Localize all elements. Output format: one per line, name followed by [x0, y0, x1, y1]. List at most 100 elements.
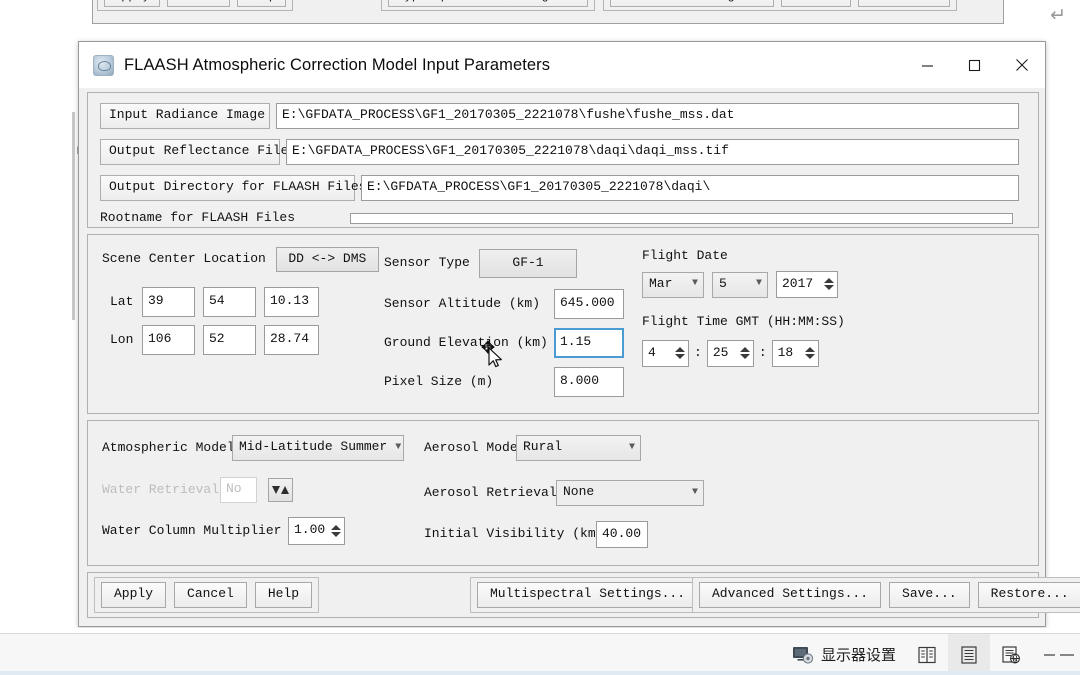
- rootname-field[interactable]: [350, 212, 1013, 224]
- lat-degrees-field[interactable]: 39: [142, 287, 195, 317]
- return-arrow-icon: ↵: [1050, 4, 1066, 26]
- cancel-button[interactable]: Cancel: [174, 582, 247, 608]
- taskbar-document-item[interactable]: [948, 634, 990, 675]
- output-reflectance-row: Output Reflectance File E:\GFDATA_PROCES…: [100, 139, 1019, 165]
- flight-hour-spinner[interactable]: 4: [642, 340, 689, 367]
- model-parameters-panel: Atmospheric Model Mid-Latitude Summer ▼ …: [87, 420, 1039, 566]
- flight-year-spinner[interactable]: 2017: [776, 271, 838, 298]
- water-column-multiplier-spinner[interactable]: 1.00: [288, 517, 345, 545]
- background-window-left-edge: [72, 112, 75, 320]
- background-hyperspectral-settings-button[interactable]: Hyperspectral Settings...: [387, 0, 588, 7]
- apply-button[interactable]: Apply: [101, 582, 167, 608]
- maximize-button[interactable]: [951, 42, 998, 88]
- taskbar-dash-item[interactable]: [1032, 634, 1080, 675]
- lat-seconds-field[interactable]: 10.13: [264, 287, 319, 317]
- ground-elevation-field[interactable]: 1.15: [554, 328, 624, 358]
- background-window-button-bar: Apply Cancel Help Hyperspectral Settings…: [97, 0, 999, 18]
- background-apply-button[interactable]: Apply: [104, 0, 161, 7]
- atmospheric-model-select[interactable]: Mid-Latitude Summer ▼: [232, 435, 404, 461]
- aerosol-model-select[interactable]: Rural ▼: [516, 435, 641, 461]
- background-cancel-button[interactable]: Cancel: [167, 0, 231, 7]
- lat-minutes-field[interactable]: 54: [203, 287, 256, 317]
- spinner-arrows-icon[interactable]: [331, 524, 341, 537]
- spinner-arrows-icon[interactable]: [804, 347, 815, 359]
- initial-visibility-field[interactable]: 40.00: [596, 521, 648, 548]
- background-advanced-settings-button[interactable]: Advanced Settings...: [609, 0, 774, 7]
- document-icon: [958, 645, 980, 665]
- primary-button-group: Apply Cancel Help: [94, 577, 320, 613]
- book-icon: [916, 645, 938, 665]
- scene-center-row: Scene Center Location DD <-> DMS: [102, 247, 379, 272]
- sensor-altitude-field[interactable]: 645.000: [554, 289, 624, 319]
- close-button[interactable]: [998, 42, 1045, 88]
- output-reflectance-label-button[interactable]: Output Reflectance File: [100, 139, 288, 165]
- aerosol-retrieval-select[interactable]: None ▼: [556, 480, 704, 506]
- output-reflectance-field[interactable]: E:\GFDATA_PROCESS\GF1_20170305_2221078\d…: [286, 139, 1019, 165]
- chevron-down-icon: ▼: [755, 278, 762, 289]
- longitude-row: Lon 106 52 28.74: [110, 325, 319, 355]
- latitude-row: Lat 39 54 10.13: [110, 287, 319, 317]
- flight-second-spinner[interactable]: 18: [771, 340, 819, 367]
- flight-month-value: Mar: [649, 275, 673, 291]
- minimize-button[interactable]: [904, 42, 951, 88]
- flight-day-select[interactable]: 5 ▼: [712, 271, 768, 298]
- sensor-type-row: Sensor Type GF-1: [384, 249, 577, 278]
- lon-degrees-field[interactable]: 106: [142, 325, 195, 355]
- spinner-arrows-icon[interactable]: [824, 278, 834, 290]
- dd-dms-toggle-button[interactable]: DD <-> DMS: [275, 247, 379, 272]
- background-save-button[interactable]: Save...: [780, 0, 851, 7]
- time-separator-1: :: [694, 345, 702, 361]
- taskbar-display-settings-label: 显示器设置: [820, 646, 896, 664]
- spinner-arrows-icon[interactable]: [739, 347, 750, 359]
- background-help-button[interactable]: Help: [237, 0, 287, 7]
- taskbar: 显示器设置: [0, 633, 1080, 675]
- taskbar-book-item[interactable]: [906, 634, 948, 675]
- advanced-settings-button[interactable]: Advanced Settings...: [699, 582, 882, 608]
- input-radiance-row: Input Radiance Image E:\GFDATA_PROCESS\G…: [100, 103, 1019, 129]
- output-directory-label-button[interactable]: Output Directory for FLAASH Files: [100, 175, 366, 201]
- pixel-size-label: Pixel Size (m): [384, 373, 494, 389]
- scene-center-location-label: Scene Center Location: [102, 251, 266, 267]
- save-button[interactable]: Save...: [889, 582, 970, 608]
- taskbar-display-settings[interactable]: 显示器设置: [782, 634, 906, 675]
- window-controls: [904, 42, 1045, 88]
- flight-hour-value: 4: [648, 344, 656, 360]
- restore-button[interactable]: Restore...: [977, 582, 1080, 608]
- water-retrieval-updown-toggle[interactable]: [268, 478, 293, 502]
- document-globe-icon: [1000, 645, 1022, 665]
- ground-elevation-row: Ground Elevation (km) 1.15: [384, 328, 624, 358]
- spinner-arrows-icon[interactable]: [675, 347, 685, 359]
- pixel-size-row: Pixel Size (m) 8.000: [384, 367, 624, 397]
- aerosol-model-row: Aerosol Model Rural ▼: [424, 435, 641, 461]
- scene-parameters-panel: Scene Center Location DD <-> DMS Lat 39 …: [87, 234, 1039, 414]
- arrow-down-icon: [272, 486, 280, 494]
- lon-minutes-field[interactable]: 52: [203, 325, 256, 355]
- arrow-up-icon: [281, 486, 289, 494]
- input-radiance-field[interactable]: E:\GFDATA_PROCESS\GF1_20170305_2221078\f…: [276, 103, 1019, 129]
- ground-elevation-label: Ground Elevation (km): [384, 334, 548, 350]
- taskbar-document-globe-item[interactable]: [990, 634, 1032, 675]
- help-button[interactable]: Help: [254, 582, 313, 608]
- flight-month-select[interactable]: Mar ▼: [642, 271, 704, 298]
- flaash-app-icon: [93, 54, 114, 76]
- input-radiance-label-button[interactable]: Input Radiance Image: [100, 103, 270, 129]
- background-restore-button[interactable]: Restore...: [857, 0, 950, 7]
- lon-seconds-field[interactable]: 28.74: [264, 325, 319, 355]
- flight-minute-spinner[interactable]: 25: [706, 340, 754, 367]
- sensor-type-button[interactable]: GF-1: [479, 249, 577, 278]
- aerosol-retrieval-value: None: [563, 484, 595, 500]
- flight-second-value: 18: [777, 344, 794, 360]
- rootname-row: Rootname for FLAASH Files: [100, 210, 1013, 226]
- multispectral-settings-button[interactable]: Multispectral Settings...: [477, 582, 699, 608]
- output-directory-field[interactable]: E:\GFDATA_PROCESS\GF1_20170305_2221078\d…: [361, 175, 1019, 201]
- pixel-size-field[interactable]: 8.000: [554, 367, 624, 397]
- background-mid-button-group: Hyperspectral Settings...: [380, 0, 595, 11]
- output-directory-row: Output Directory for FLAASH Files E:\GFD…: [100, 175, 1019, 201]
- water-retrieval-label: Water Retrieval: [102, 481, 220, 497]
- advanced-button-group: Advanced Settings... Save... Restore...: [692, 577, 1080, 613]
- dialog-titlebar[interactable]: FLAASH Atmospheric Correction Model Inpu…: [79, 42, 1045, 88]
- flight-minute-value: 25: [712, 344, 729, 360]
- flight-time-row: 4 : 25 : 18: [642, 340, 819, 367]
- water-retrieval-value-field: No: [220, 477, 257, 503]
- initial-visibility-row: Initial Visibility (km) 40.00: [424, 521, 648, 548]
